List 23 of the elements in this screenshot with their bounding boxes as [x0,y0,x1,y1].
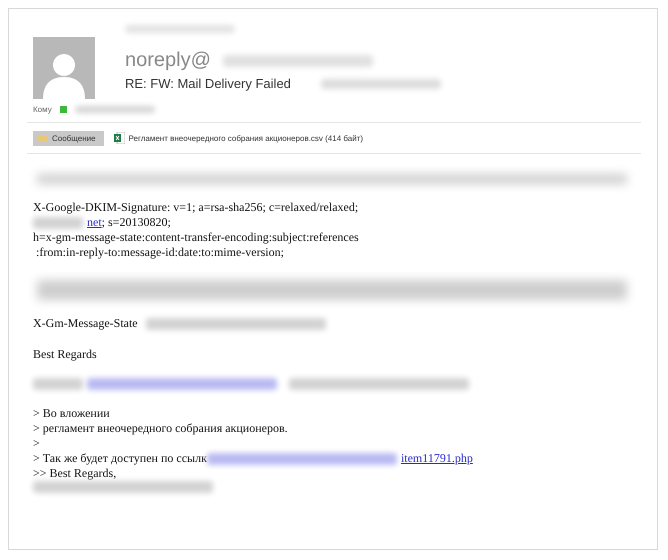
body-text: > регламент внеочередного собрания акционеров. [33,421,288,436]
spreadsheet-icon [114,132,125,144]
body-text: h=x-gm-message-state:content-transfer-encoding:subject:references [33,230,359,245]
attachment-item[interactable]: Регламент внеочередного собрания акционеров.csv (414 байт) [110,129,372,147]
sender-address: noreply@ [125,49,211,72]
message-tab[interactable]: Сообщение [33,130,104,146]
subject: RE: FW: Mail Delivery Failed [125,76,291,91]
link[interactable]: item11791.php [400,451,473,466]
body-text: Best Regards [33,347,97,362]
redacted-blur [33,216,83,228]
body-text: X-Gm-Message-State [33,316,138,331]
to-label: Кому [33,105,52,114]
body-text: > Во вложении [33,406,110,421]
redacted-blur [33,378,83,390]
body-text: ; s=20130820; [102,215,171,230]
folder-icon [37,134,48,142]
body-text: >> Best Regards, [33,466,116,481]
link[interactable]: net [87,215,102,230]
body-text: X-Google-DKIM-Signature: v=1; a=rsa-sha256; c=relaxed/relaxed; [33,200,358,215]
avatar [33,37,95,99]
body-text: > [33,436,40,451]
body-text: > Так же будет доступен по ссылк [33,451,207,466]
body-text: :from:in-reply-to:message-id:date:to:mime-version; [35,245,284,260]
